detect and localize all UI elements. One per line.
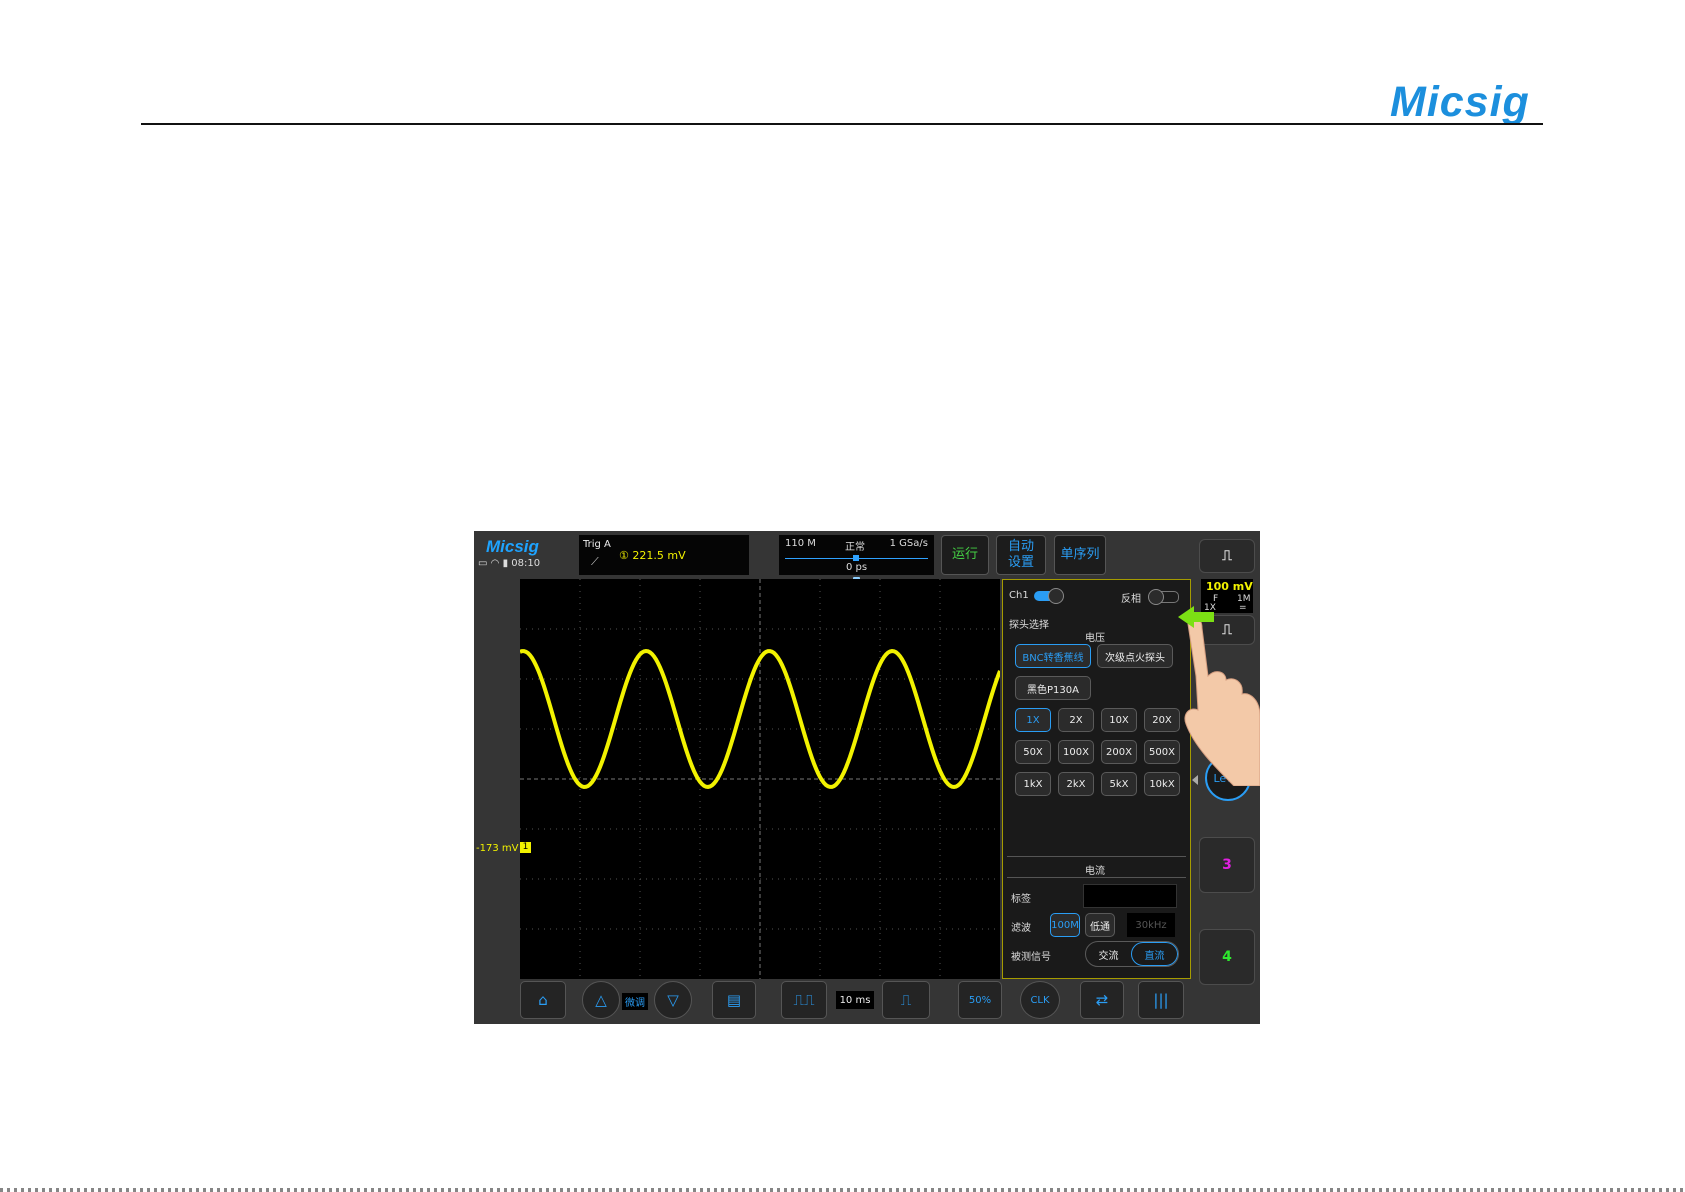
triangle-down-icon: ▽ <box>667 991 679 1009</box>
filter-lowpass-button[interactable]: 低通 <box>1085 913 1115 937</box>
atten-1kx-button[interactable]: 1kX <box>1015 772 1051 796</box>
coupling-segment: 交流 直流 <box>1085 941 1179 967</box>
atten-50x-button[interactable]: 50X <box>1015 740 1051 764</box>
waveform-display[interactable] <box>519 579 1002 979</box>
panel-collapse-arrow[interactable] <box>1192 775 1198 785</box>
coupling-ac-button[interactable]: 交流 <box>1086 942 1131 966</box>
atten-2kx-button[interactable]: 2kX <box>1058 772 1094 796</box>
pulse-train-icon: ⎍⎍ <box>793 991 815 1009</box>
timebase-value: 10 ms <box>836 991 874 1009</box>
timebase-increase-button[interactable]: ⎍ <box>882 981 930 1019</box>
swap-arrows-icon: ⇄ <box>1095 991 1109 1009</box>
cursor-button[interactable]: ||| <box>1138 981 1184 1019</box>
timebase-decrease-button[interactable]: ⎍⎍ <box>781 981 827 1019</box>
atten-10x-button[interactable]: 10X <box>1101 708 1137 732</box>
trigger-label: Trig A <box>583 539 611 550</box>
memory-position-marker <box>853 555 859 561</box>
waveform-svg <box>519 579 1002 979</box>
invert-toggle[interactable] <box>1148 589 1179 605</box>
ch1-pulse-icon[interactable]: ⎍ <box>1199 539 1255 573</box>
single-pulse-icon: ⎍ <box>900 991 912 1009</box>
triangle-up-icon: △ <box>595 991 607 1009</box>
swap-button[interactable]: ⇄ <box>1080 981 1124 1019</box>
ch1-toggle[interactable] <box>1034 588 1064 604</box>
auto-setup-button[interactable]: 自动 设置 <box>996 535 1046 575</box>
tutorial-hand-overlay <box>1178 606 1260 786</box>
trigger-info[interactable]: Trig A ⟋ ① 221.5 mV <box>579 535 749 575</box>
cursor-lines-icon: ||| <box>1153 991 1169 1009</box>
auto-setup-line2: 设置 <box>1007 555 1034 570</box>
display-icon: ▭ <box>478 558 488 569</box>
trigger-level-value: 221.5 mV <box>632 549 686 562</box>
sample-rate: 1 GSa/s <box>889 538 928 549</box>
clk-button[interactable]: CLK <box>1020 981 1060 1019</box>
atten-5kx-button[interactable]: 5kX <box>1101 772 1137 796</box>
filter-100m-button[interactable]: 100M <box>1050 913 1080 937</box>
scale-down-button[interactable]: ▽ <box>654 981 692 1019</box>
fine-tune-label[interactable]: 微调 <box>622 993 648 1010</box>
home-button[interactable]: ⌂ <box>520 981 566 1019</box>
ch1-label: Ch1 <box>1009 590 1029 601</box>
coupling-dc-button[interactable]: 直流 <box>1131 942 1178 966</box>
battery-icon: ▮ <box>502 558 509 569</box>
memory-depth: 110 M <box>785 538 816 549</box>
atten-100x-button[interactable]: 100X <box>1058 740 1094 764</box>
tag-input[interactable] <box>1083 884 1177 908</box>
brand-logo: Micsig <box>1390 78 1530 126</box>
signal-label: 被测信号 <box>1011 952 1051 963</box>
acq-mode: 正常 <box>845 542 865 553</box>
atten-2x-button[interactable]: 2X <box>1058 708 1094 732</box>
trigger-level: ① 221.5 mV <box>619 549 686 562</box>
ch1-scale: 100 mV <box>1206 580 1253 593</box>
offset-label: -173 mV <box>476 843 519 854</box>
probe-p130a-button[interactable]: 黑色P130A <box>1015 676 1091 700</box>
footer-strip <box>0 1188 1685 1192</box>
oscilloscope-screenshot: Micsig ▭ ◠ ▮ 08:10 Trig A ⟋ ① 221.5 mV 1… <box>474 531 1260 1024</box>
delay-value: 0 ps <box>846 562 868 573</box>
ch4-button[interactable]: 4 <box>1199 929 1255 985</box>
scope-logo: Micsig <box>486 537 539 556</box>
trigger-source: ① <box>619 549 629 562</box>
filter-label: 滤波 <box>1011 923 1031 934</box>
probe-ignition-button[interactable]: 次级点火探头 <box>1097 644 1173 668</box>
save-button[interactable]: ▤ <box>712 981 756 1019</box>
wifi-icon: ◠ <box>490 558 500 569</box>
ch3-button[interactable]: 3 <box>1199 837 1255 893</box>
fifty-percent-button[interactable]: 50% <box>958 981 1002 1019</box>
channel-settings-panel: Ch1 反相 探头选择 电压 BNC转香蕉线 次级点火探头 黑色P130A 1X… <box>1002 579 1191 979</box>
invert-label: 反相 <box>1121 594 1141 605</box>
auto-setup-line1: 自动 <box>1007 539 1034 554</box>
time-info[interactable]: 110 M 正常 1 GSa/s 0 ps <box>779 535 934 575</box>
rising-edge-icon: ⟋ <box>591 555 599 568</box>
clock: 08:10 <box>511 558 541 569</box>
hand-image <box>1184 617 1260 786</box>
scale-up-button[interactable]: △ <box>582 981 620 1019</box>
filter-value-field[interactable]: 30kHz <box>1127 913 1175 937</box>
run-button[interactable]: 运行 <box>941 535 989 575</box>
section-divider <box>1007 856 1186 857</box>
header-rule <box>141 123 1543 125</box>
current-header: 电流 <box>1085 866 1105 877</box>
home-icon: ⌂ <box>538 991 548 1009</box>
voltage-header: 电压 <box>1085 633 1105 644</box>
tag-label: 标签 <box>1011 894 1031 905</box>
section-divider-2 <box>1007 877 1186 878</box>
atten-200x-button[interactable]: 200X <box>1101 740 1137 764</box>
save-icon: ▤ <box>726 991 742 1009</box>
atten-1x-button[interactable]: 1X <box>1015 708 1051 732</box>
status-bar: ▭ ◠ ▮ 08:10 <box>478 558 540 569</box>
probe-select-label: 探头选择 <box>1009 620 1049 631</box>
single-seq-button[interactable]: 单序列 <box>1054 535 1106 575</box>
channel1-marker[interactable]: 1 <box>520 842 531 853</box>
probe-bnc-button[interactable]: BNC转香蕉线 <box>1015 644 1091 668</box>
